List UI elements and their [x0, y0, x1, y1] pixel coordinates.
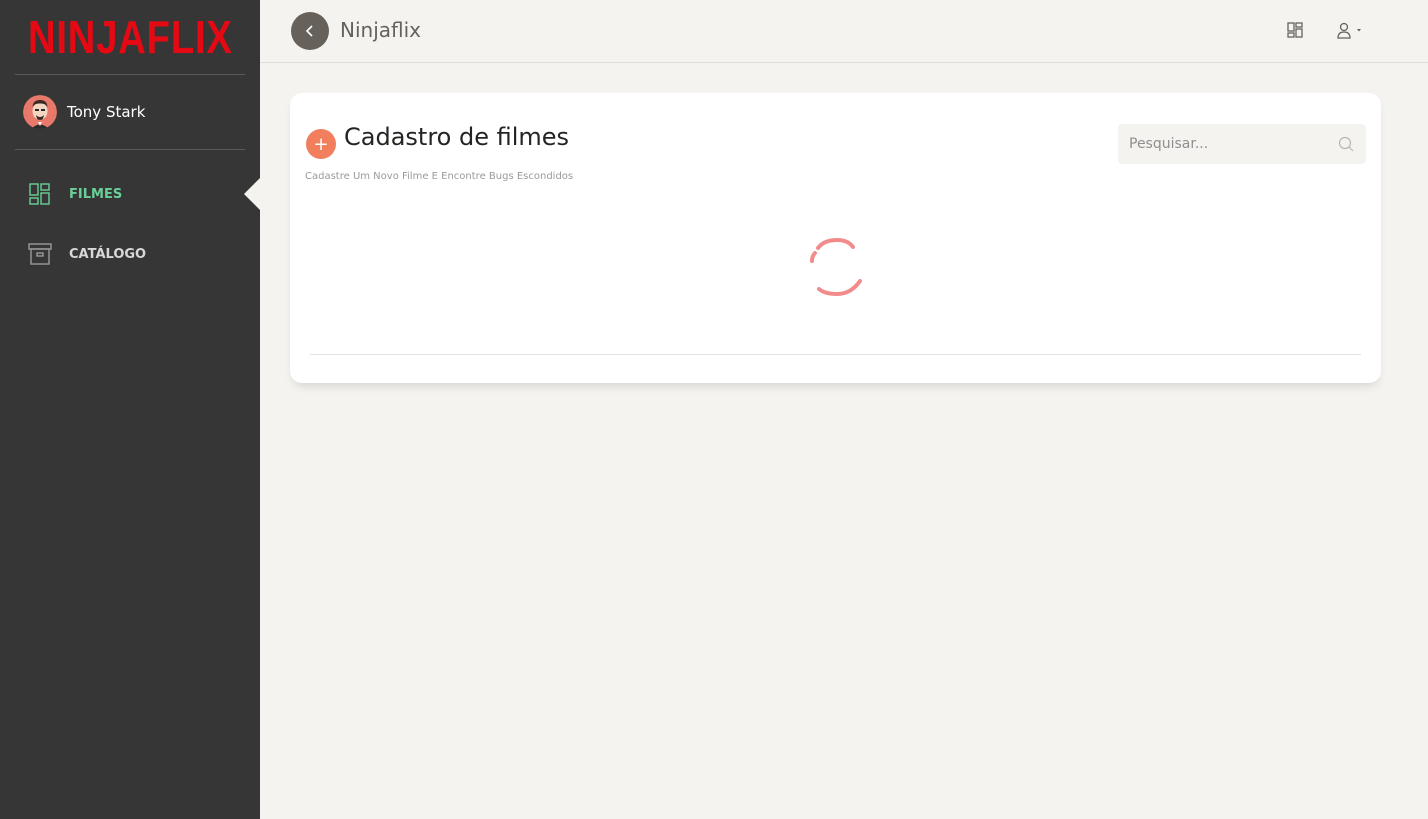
archive-icon — [28, 243, 52, 265]
loading-spinner — [810, 237, 862, 297]
sidebar-item-filmes[interactable]: FILMES — [0, 164, 260, 224]
movies-card: + Cadastro de filmes Cadastre Um Novo Fi… — [290, 93, 1381, 383]
avatar — [23, 95, 57, 129]
active-indicator — [244, 178, 260, 210]
user-menu-button[interactable] — [1336, 21, 1368, 43]
search-input[interactable] — [1118, 124, 1334, 164]
search-icon[interactable] — [1338, 136, 1354, 152]
sidebar-nav: FILMES CATÁLOGO — [0, 164, 260, 284]
search-box — [1118, 124, 1366, 164]
user-icon — [1337, 22, 1361, 39]
user-name: Tony Stark — [67, 103, 146, 121]
caret-down-icon — [1357, 29, 1361, 32]
user-profile[interactable]: Tony Stark — [0, 75, 260, 149]
back-button[interactable] — [291, 12, 329, 50]
dashboard-toggle-button[interactable] — [1287, 21, 1303, 43]
sidebar-item-catalogo[interactable]: CATÁLOGO — [0, 224, 260, 284]
card-divider — [310, 354, 1361, 355]
sidebar: NINJAFLIX Tony Stark FILMES CATÁLOGO — [0, 0, 260, 819]
sidebar-item-label: CATÁLOGO — [69, 246, 147, 262]
page-subtitle: Cadastre Um Novo Filme E Encontre Bugs E… — [305, 171, 574, 182]
page-title: Cadastro de filmes — [344, 123, 570, 151]
dashboard-icon — [1287, 22, 1303, 38]
back-arrow-icon — [305, 25, 313, 37]
logo-container: NINJAFLIX — [0, 0, 260, 74]
logo[interactable]: NINJAFLIX — [28, 14, 233, 60]
avatar-image — [23, 95, 57, 129]
top-navbar: Ninjaflix — [260, 0, 1428, 63]
sidebar-divider — [15, 149, 245, 150]
add-movie-button[interactable]: + — [306, 129, 336, 159]
dashboard-icon — [29, 183, 50, 205]
sidebar-item-label: FILMES — [69, 186, 123, 202]
navbar-brand[interactable]: Ninjaflix — [340, 18, 421, 42]
